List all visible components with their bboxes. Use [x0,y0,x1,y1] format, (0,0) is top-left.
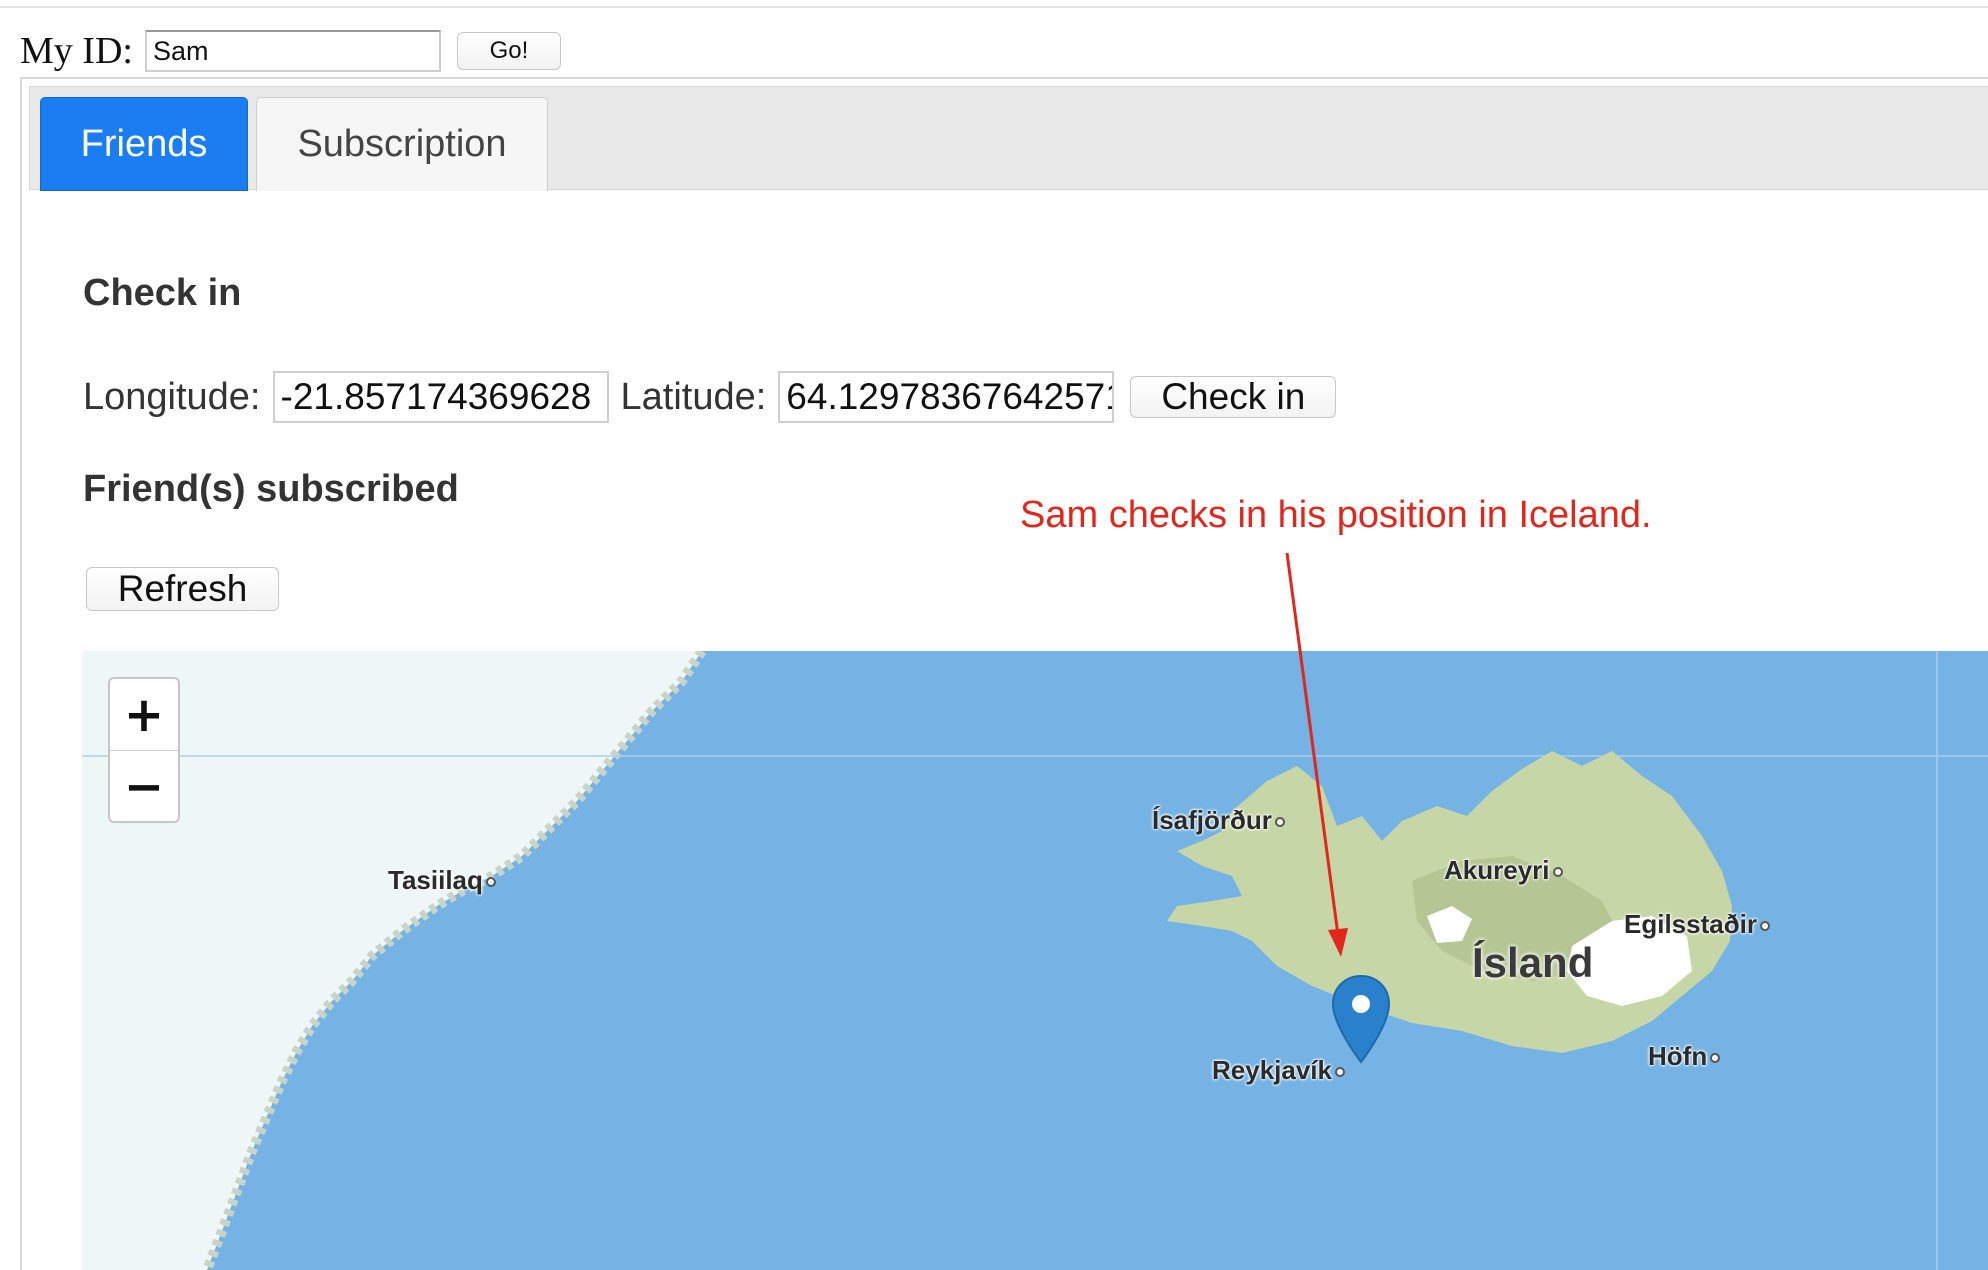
latitude-input[interactable]: 64.12978367642571 [778,371,1115,423]
tab-subscription[interactable]: Subscription [256,97,548,191]
refresh-button[interactable]: Refresh [86,567,279,611]
id-row: My ID: Go! [20,26,561,76]
checkin-button[interactable]: Check in [1130,376,1337,418]
map-tiles [82,651,1988,1270]
map-label-reykjavik: Reykjavík [1212,1055,1345,1086]
longitude-input[interactable]: -21.857174369628 [272,371,609,423]
go-button[interactable]: Go! [456,32,561,70]
map-label-tasiilaq: Tasiilaq [388,865,496,896]
annotation-text: Sam checks in his position in Iceland. [1020,494,1652,536]
latitude-label: Latitude: [620,375,767,418]
id-input[interactable] [144,30,441,72]
friends-subscribed-heading: Friend(s) subscribed [83,468,459,510]
zoom-in-button[interactable]: + [110,679,178,751]
tab-bar: Friends Subscription [29,86,1988,191]
longitude-label: Longitude: [83,375,261,418]
map-label-island: Ísland [1472,939,1594,986]
map-label-egilsstadir: Egilsstaðir [1624,909,1770,940]
top-divider [0,6,1988,8]
map-view[interactable]: + − Tasiilaq Ísafjörður Akureyri Egilsst… [82,651,1988,1270]
zoom-control: + − [108,677,180,823]
map-label-akureyri: Akureyri [1444,855,1563,886]
id-label: My ID: [20,30,133,72]
zoom-out-button[interactable]: − [110,751,178,821]
map-label-isafjordur: Ísafjörður [1152,805,1285,836]
location-marker-icon[interactable] [1330,974,1392,1066]
checkin-heading: Check in [83,272,242,314]
checkin-row: Longitude: -21.857174369628 Latitude: 64… [83,370,1337,424]
tab-friends[interactable]: Friends [40,97,248,191]
map-label-hofn: Höfn [1648,1041,1721,1072]
